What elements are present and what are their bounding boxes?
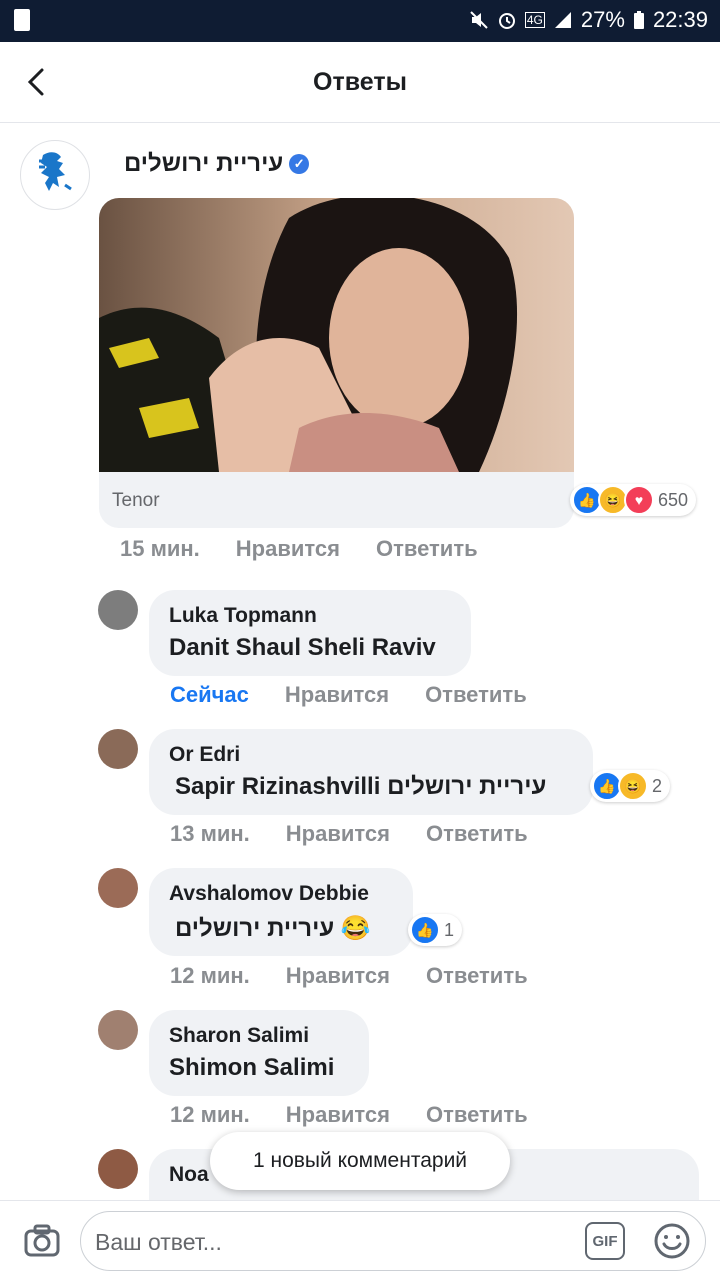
reply-time[interactable]: 12 мин. (170, 963, 250, 989)
network-label: 4G (524, 12, 545, 28)
reaction-summary[interactable]: 👍 😆 2 (590, 770, 671, 802)
comment-author[interactable]: עיריית ירושלים ✓ (124, 150, 310, 178)
alarm-icon (498, 13, 515, 29)
reply-button[interactable]: Ответить (425, 682, 527, 708)
reply-meta: 13 мин. Нравится Ответить (170, 821, 528, 847)
camera-icon[interactable] (22, 1221, 62, 1261)
love-reaction-icon: ♥ (624, 485, 654, 515)
reply-input[interactable]: Ваш ответ... GIF (80, 1211, 706, 1271)
reply-author[interactable]: Avshalomov Debbie (169, 882, 369, 906)
avatar[interactable] (98, 1149, 138, 1189)
reply-button[interactable]: Ответить (376, 536, 478, 562)
like-button[interactable]: Нравится (285, 682, 389, 708)
jerusalem-logo-avatar[interactable] (20, 140, 90, 210)
lion-logo-icon (39, 152, 72, 191)
reaction-count: 2 (652, 775, 663, 796)
avatar[interactable] (98, 729, 138, 769)
mute-icon (470, 11, 488, 29)
reply-text: עיריית ירושלים 😂 (175, 915, 371, 942)
reaction-summary[interactable]: 👍 😆 ♥ 650 (570, 484, 697, 516)
haha-reaction-icon: 😆 (618, 771, 648, 801)
battery-icon (633, 11, 644, 29)
reply-bubble[interactable]: Luka Topmann Danit Shaul Sheli Raviv (149, 590, 471, 676)
signal-icon (554, 12, 571, 28)
reply-text: Danit Shaul Sheli Raviv (169, 634, 436, 661)
gif-source: Tenor (112, 490, 160, 511)
reply-author[interactable]: Noa (169, 1163, 209, 1187)
reply-button[interactable]: Ответить (426, 963, 528, 989)
reply-bubble[interactable]: Avshalomov Debbie עיריית ירושלים 😂 (149, 868, 413, 956)
avatar[interactable] (98, 1010, 138, 1050)
reply-button[interactable]: Ответить (426, 821, 528, 847)
clock: 22:39 (652, 7, 708, 32)
status-bar: 4G 27% 22:39 (0, 0, 720, 42)
avatar[interactable] (98, 590, 138, 630)
reaction-count: 1 (444, 919, 455, 940)
new-comment-toast[interactable]: 1 новый комментарий (210, 1132, 510, 1190)
page-title: Ответы (313, 68, 407, 96)
notification-icon (14, 9, 30, 31)
reply-meta: Сейчас Нравится Ответить (170, 682, 527, 708)
reply-text: Sapir Rizinashvilli עיריית ירושלים (175, 773, 547, 800)
reply-composer: Ваш ответ... GIF (0, 1200, 720, 1281)
like-reaction-icon: 👍 (410, 915, 440, 945)
reply-input-placeholder: Ваш ответ... (95, 1229, 222, 1255)
reply-bubble[interactable]: Or Edri Sapir Rizinashvilli עיריית ירושל… (149, 729, 593, 815)
reply-time[interactable]: 12 мин. (170, 1102, 250, 1128)
reply-text: Shimon Salimi (169, 1054, 335, 1081)
header: Ответы (0, 42, 720, 123)
reply-author[interactable]: Sharon Salimi (169, 1024, 309, 1048)
like-button[interactable]: Нравится (236, 536, 340, 562)
like-button[interactable]: Нравится (286, 963, 390, 989)
gif-attachment[interactable]: Tenor (99, 198, 574, 528)
avatar[interactable] (98, 868, 138, 908)
reply-button[interactable]: Ответить (426, 1102, 528, 1128)
author-name[interactable]: עיריית ירושלים (124, 150, 283, 178)
battery-percent: 27% (580, 7, 625, 32)
gif-image[interactable] (99, 198, 574, 472)
status-right: 4G 27% 22:39 (469, 7, 708, 33)
like-button[interactable]: Нравится (286, 821, 390, 847)
comment-meta: 15 мин. Нравится Ответить (120, 536, 478, 562)
reply-meta: 12 мин. Нравится Ответить (170, 963, 528, 989)
reply-author[interactable]: Or Edri (169, 743, 240, 767)
comment-time[interactable]: 15 мин. (120, 536, 200, 562)
reaction-summary[interactable]: 👍 1 (408, 914, 463, 946)
gif-button[interactable]: GIF (585, 1222, 625, 1260)
like-button[interactable]: Нравится (286, 1102, 390, 1128)
reply-bubble[interactable]: Sharon Salimi Shimon Salimi (149, 1010, 369, 1096)
reaction-count: 650 (658, 489, 689, 510)
reply-author[interactable]: Luka Topmann (169, 604, 317, 628)
reply-time[interactable]: 13 мин. (170, 821, 250, 847)
verified-badge-icon: ✓ (289, 154, 310, 174)
reply-meta: 12 мин. Нравится Ответить (170, 1102, 528, 1128)
reply-time[interactable]: Сейчас (170, 682, 249, 708)
emoji-icon[interactable] (653, 1222, 691, 1260)
